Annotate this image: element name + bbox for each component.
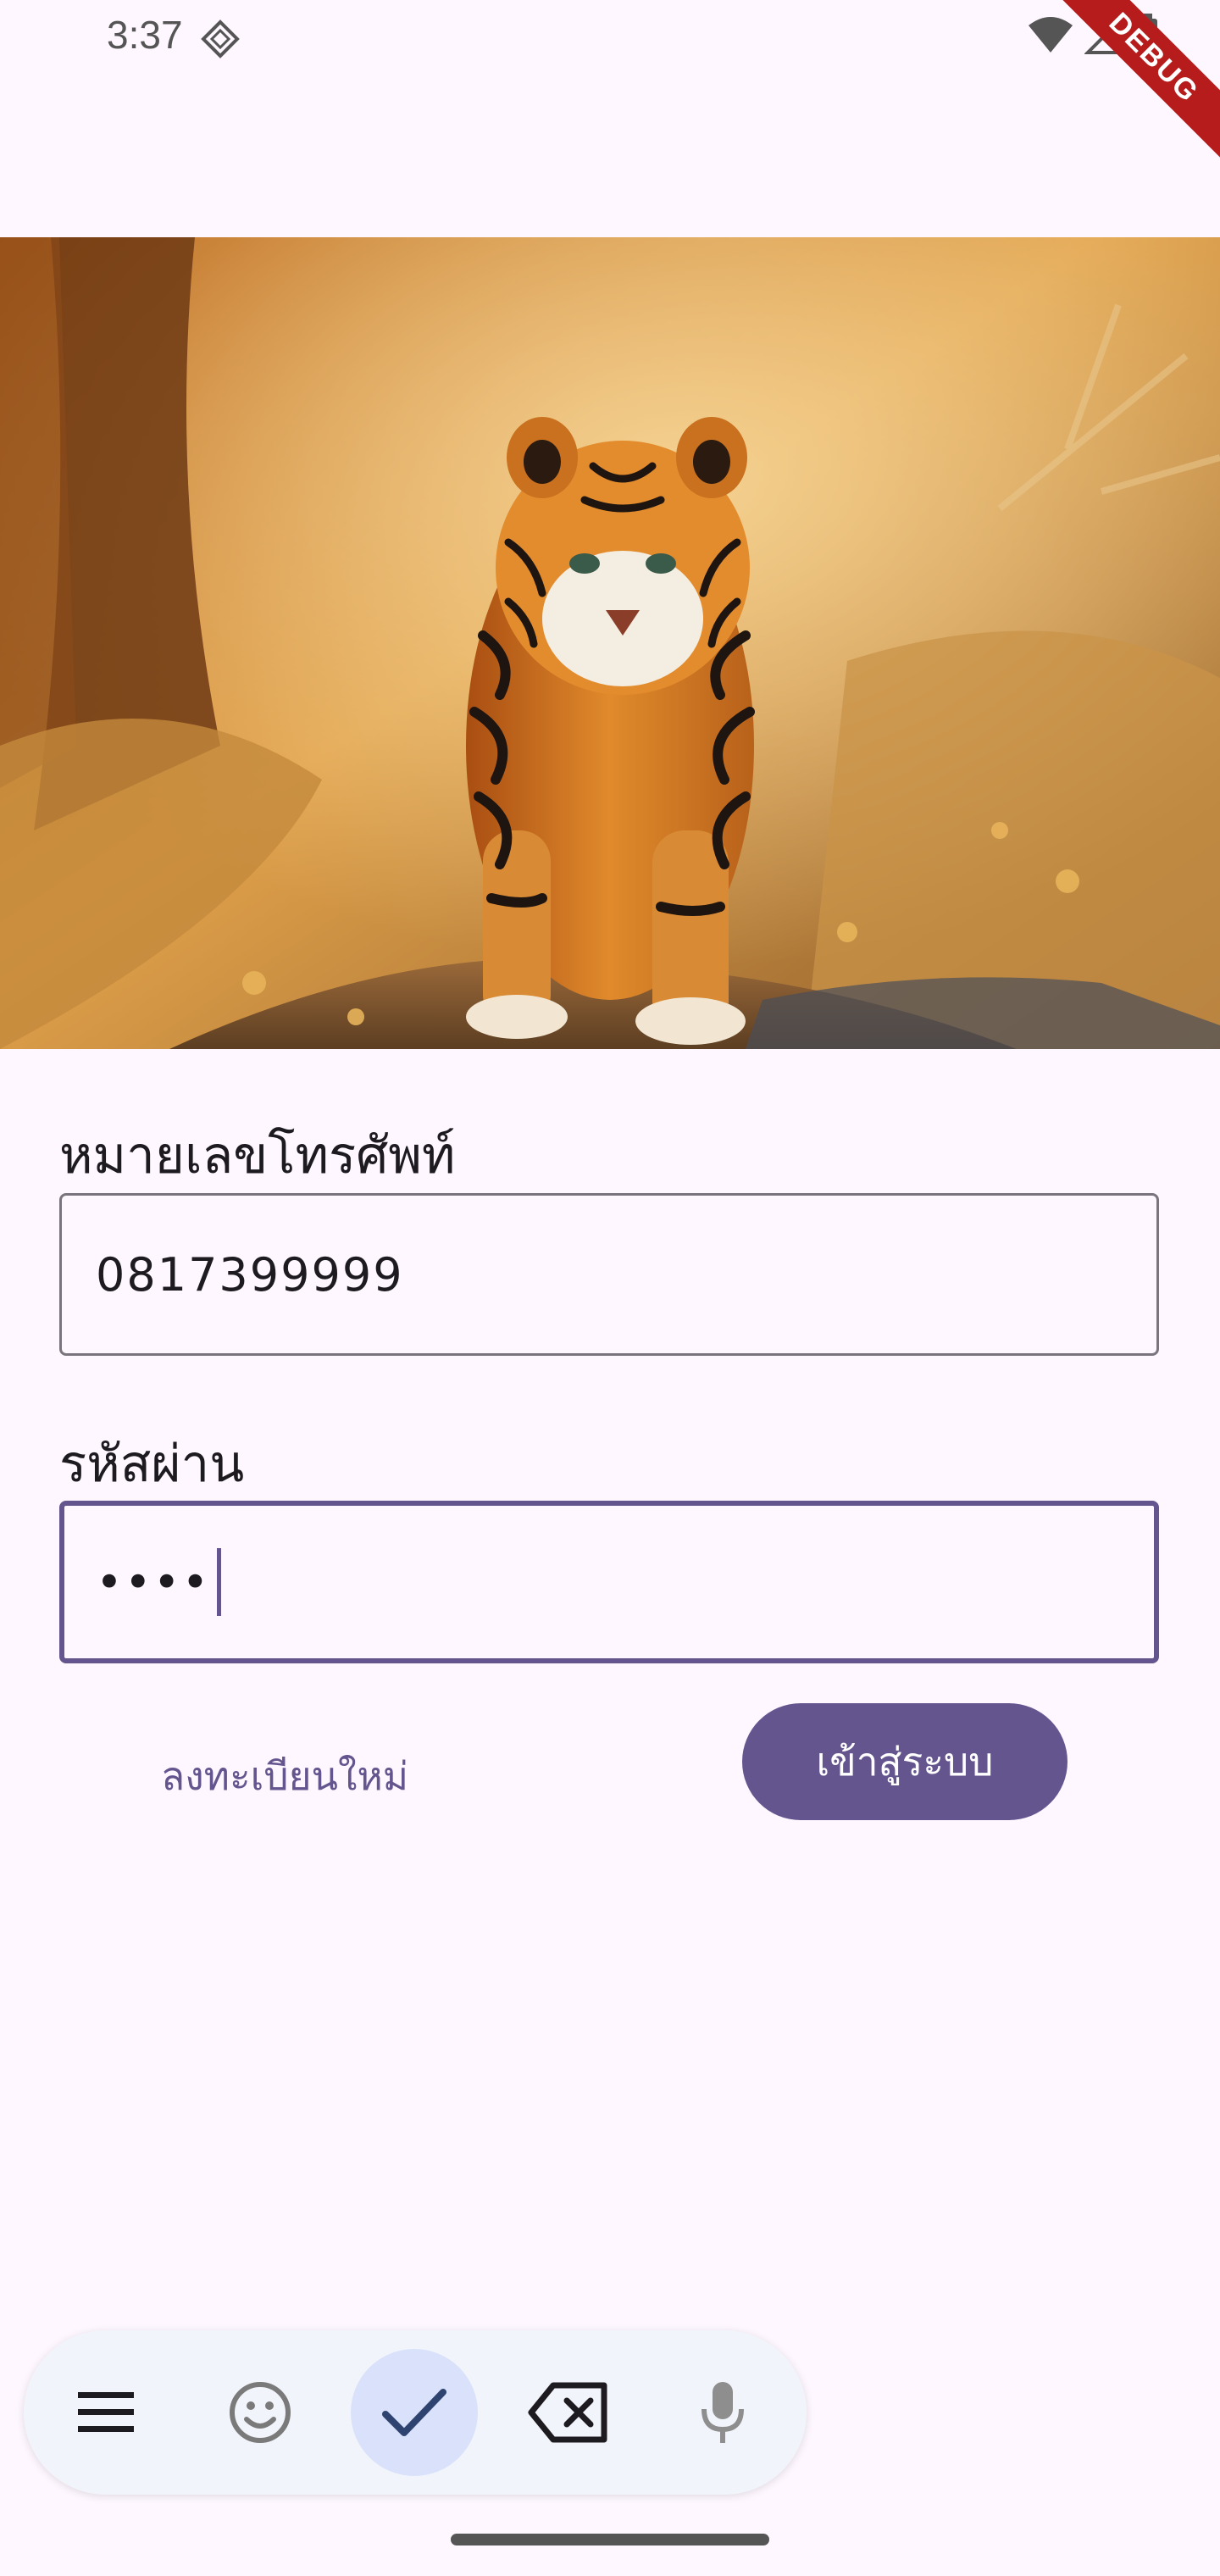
debug-banner: DEBUG (1051, 0, 1220, 169)
hero-image (0, 237, 1220, 1049)
status-time: 3:37 (107, 13, 183, 57)
register-link[interactable]: ลงทะเบียนใหม่ (161, 1746, 408, 1807)
home-indicator[interactable] (451, 2534, 769, 2545)
keyboard-toolbar (24, 2330, 807, 2495)
phone-input[interactable]: 0817399999 (59, 1193, 1159, 1356)
debug-label: DEBUG (1051, 0, 1220, 164)
tiger-illustration (0, 237, 1220, 1049)
check-icon[interactable] (351, 2349, 478, 2476)
login-screen: 3:37 DEBUG หมายเลขโทรศัพท์ 0817399999 รห… (0, 0, 1220, 2576)
microphone-icon[interactable] (659, 2349, 786, 2476)
backspace-icon[interactable] (505, 2349, 632, 2476)
password-input[interactable]: •••• (59, 1501, 1159, 1663)
emoji-icon[interactable] (197, 2349, 324, 2476)
phone-input-value: 0817399999 (96, 1247, 404, 1302)
notification-diamond-icon (201, 19, 240, 58)
password-masked-value: •••• (96, 1555, 211, 1609)
text-caret (217, 1548, 222, 1616)
phone-label: หมายเลขโทรศัพท์ (59, 1126, 456, 1185)
password-label: รหัสผ่าน (59, 1435, 245, 1494)
menu-icon[interactable] (42, 2349, 169, 2476)
password-input-content: •••• (96, 1506, 222, 1658)
login-button[interactable]: เข้าสู่ระบบ (742, 1703, 1068, 1820)
